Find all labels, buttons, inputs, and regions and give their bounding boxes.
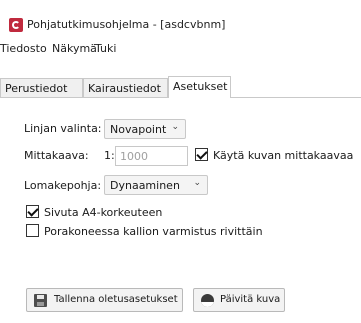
- app-logo-icon: [9, 18, 23, 32]
- template-dropdown[interactable]: Dynaaminen ⌄: [104, 175, 208, 195]
- template-value: Dynaaminen: [110, 179, 180, 192]
- line-selection-value: Novapoint: [110, 123, 167, 136]
- paginate-a4-checkbox[interactable]: [26, 205, 39, 218]
- tab-label: Perustiedot: [5, 82, 68, 95]
- title-bar: Pohjatutkimusohjelma - [asdcvbnm]: [0, 0, 361, 38]
- menu-view[interactable]: Näkymä: [52, 42, 97, 55]
- menu-file[interactable]: Tiedosto: [0, 42, 47, 55]
- use-image-scale-label: Käytä kuvan mittakaavaa: [213, 149, 354, 162]
- window-title: Pohjatutkimusohjelma - [asdcvbnm]: [27, 18, 226, 31]
- scale-label: Mittakaava:: [24, 149, 89, 162]
- tab-perustiedot[interactable]: Perustiedot: [0, 78, 83, 97]
- save-defaults-button[interactable]: Tallenna oletusasetukset: [26, 288, 183, 312]
- rock-verification-label: Porakoneessa kallion varmistus rivittäin: [44, 225, 263, 238]
- refresh-image-button[interactable]: Päivitä kuva: [193, 288, 285, 312]
- template-label: Lomakepohja:: [24, 179, 102, 192]
- scale-placeholder: 1000: [120, 150, 148, 163]
- use-image-scale-checkbox[interactable]: [195, 148, 208, 161]
- scale-prefix: 1:: [104, 149, 115, 162]
- save-defaults-label: Tallenna oletusasetukset: [54, 294, 178, 305]
- chevron-down-icon: ⌄: [171, 122, 179, 132]
- tab-label: Kairaustiedot: [88, 82, 161, 95]
- rock-verification-checkbox[interactable]: [26, 224, 39, 237]
- refresh-icon: [201, 294, 214, 307]
- line-selection-label: Linjan valinta:: [24, 122, 102, 135]
- paginate-a4-label: Sivuta A4-korkeuteen: [44, 206, 163, 219]
- tab-asetukset[interactable]: Asetukset: [168, 76, 231, 98]
- menu-bar: Tiedosto Näkymä Tuki: [0, 38, 361, 60]
- tab-label: Asetukset: [173, 80, 228, 93]
- chevron-down-icon: ⌄: [193, 178, 201, 188]
- tab-kairaustiedot[interactable]: Kairaustiedot: [83, 78, 168, 97]
- tab-strip: Perustiedot Kairaustiedot Asetukset: [0, 76, 361, 98]
- refresh-image-label: Päivitä kuva: [220, 294, 281, 305]
- scale-input[interactable]: 1000: [115, 146, 188, 166]
- menu-help[interactable]: Tuki: [95, 42, 116, 55]
- save-icon: [34, 294, 47, 307]
- line-selection-dropdown[interactable]: Novapoint ⌄: [104, 119, 186, 139]
